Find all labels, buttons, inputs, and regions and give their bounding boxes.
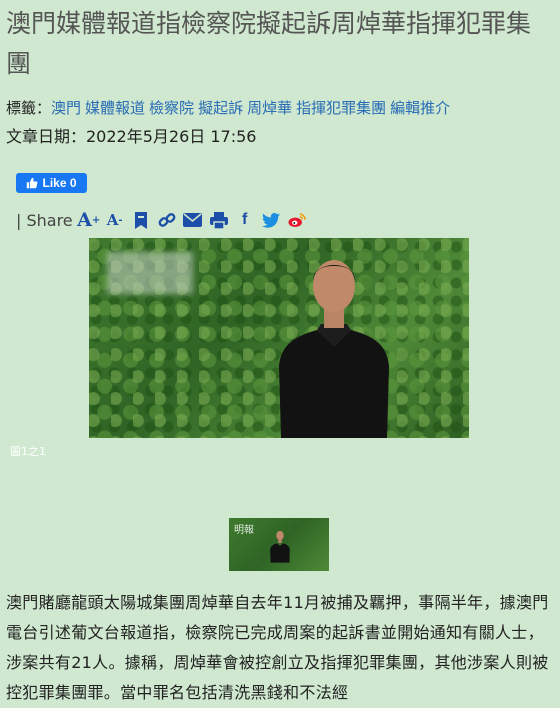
font-decrease-icon[interactable]: A-	[105, 209, 125, 231]
share-toolbar: | Share A + A- f	[16, 207, 307, 233]
thumbnail-person	[270, 530, 290, 563]
person-figure	[279, 260, 389, 438]
article-date: 文章日期：2022年5月26日 17:56	[6, 127, 257, 146]
facebook-icon[interactable]: f	[235, 209, 255, 231]
article-headline: 澳門媒體報道指檢察院擬起訴周焯華指揮犯罪集團	[6, 9, 532, 78]
like-label: Like 0	[42, 176, 77, 190]
tag-list: 標籤：澳門 媒體報道 檢察院 擬起訴 周焯華 指揮犯罪集團 編輯推介	[6, 97, 454, 119]
email-icon[interactable]	[183, 209, 203, 231]
tag-link-alvin-chau[interactable]: 周焯華	[247, 99, 292, 117]
tags-label: 標籤：	[6, 99, 52, 117]
photo-caption: 圖1之1	[10, 445, 46, 458]
weibo-icon[interactable]	[287, 209, 307, 231]
tag-link-plans-to-prosecute[interactable]: 擬起訴	[198, 99, 243, 117]
thumbs-up-icon	[27, 177, 38, 189]
tag-link-macau[interactable]: 澳門	[51, 99, 81, 117]
pixelated-area	[107, 252, 193, 294]
tag-link-media-report[interactable]: 媒體報道	[85, 99, 145, 117]
facebook-like-button[interactable]: Like 0	[16, 173, 87, 193]
print-icon[interactable]	[209, 209, 229, 231]
font-increase-icon[interactable]: A +	[77, 209, 100, 231]
tag-link-directing-criminal-group[interactable]: 指揮犯罪集團	[296, 99, 386, 117]
photo-thumbnail[interactable]: 明報	[229, 518, 329, 571]
thumbnail-watermark: 明報	[234, 525, 254, 536]
tag-link-editor-pick[interactable]: 編輯推介	[390, 99, 450, 117]
twitter-icon[interactable]	[261, 209, 281, 231]
article-photo[interactable]	[89, 238, 469, 438]
article-body: 澳門賭廳龍頭太陽城集團周焯華自去年11月被捕及羈押，事隔半年，據澳門電台引述葡文…	[6, 593, 549, 702]
bookmark-icon[interactable]	[131, 209, 151, 231]
tag-link-procuratorate[interactable]: 檢察院	[149, 99, 194, 117]
share-label: | Share	[16, 210, 73, 230]
link-icon[interactable]	[157, 209, 177, 231]
